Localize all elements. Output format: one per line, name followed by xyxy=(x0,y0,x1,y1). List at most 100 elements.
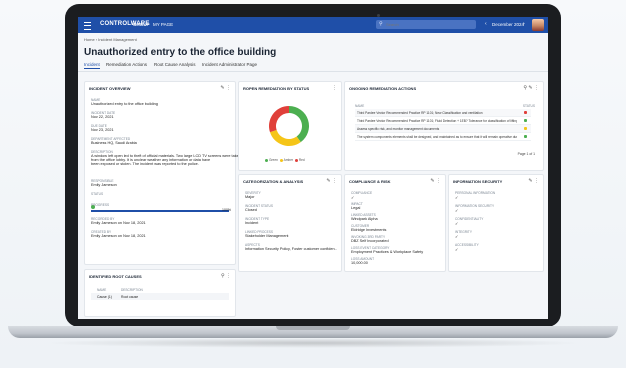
more-icon[interactable]: ⋮ xyxy=(436,178,441,184)
hamburger-menu-icon[interactable] xyxy=(84,22,91,30)
responsible-value: Emily Jameson xyxy=(91,183,117,187)
more-icon[interactable]: ⋮ xyxy=(332,85,337,91)
cell: Root cause xyxy=(121,295,139,299)
status-indicator xyxy=(524,111,527,114)
remediation-status-card: ROPEN REMEDIATION BY STATUS ⋮ Green Ambe… xyxy=(238,81,342,171)
breadcrumb[interactable]: Home › Incident Management xyxy=(84,37,137,42)
field-value: Nov 23, 2021 xyxy=(91,128,114,132)
more-icon[interactable]: ⋮ xyxy=(534,178,539,184)
legend-label: Amber xyxy=(283,158,294,162)
date-prev-button[interactable]: ‹ xyxy=(485,21,487,27)
edit-icon[interactable]: ✎ xyxy=(326,178,330,184)
date-next-button[interactable]: › xyxy=(523,21,525,27)
created-by-value: Emily Jameson on Nov 18, 2021 xyxy=(91,234,146,238)
page-title: Unauthorized entry to the office buildin… xyxy=(84,47,277,58)
tab-remediation-actions[interactable]: Remediation Actions xyxy=(106,62,147,67)
legend-swatch-red xyxy=(294,158,298,162)
card-title: ROPEN REMEDIATION BY STATUS xyxy=(243,86,310,91)
table-row[interactable]: Assess specific risk, and monitor manage… xyxy=(355,125,531,133)
card-tools: ✎ ⋮ xyxy=(430,178,441,184)
action-name: Third Pardee Vector Recommended Practice… xyxy=(357,119,517,123)
checkmark-icon: ✓ xyxy=(455,248,459,252)
more-icon[interactable]: ⋮ xyxy=(534,85,539,91)
field-label: CONFIDENTIALITY xyxy=(455,217,484,221)
field-value: Information Security Policy, Foster cust… xyxy=(245,247,337,251)
description-line: been exposed or stolen. The incident was… xyxy=(91,162,199,166)
field-label: STATUS xyxy=(91,192,104,196)
more-icon[interactable]: ⋮ xyxy=(226,273,231,279)
user-avatar[interactable] xyxy=(532,19,544,31)
tab-incident-administrator[interactable]: Incident Administrator Page xyxy=(202,62,257,67)
table-row[interactable]: Third Pardee Vector Recommended Practice… xyxy=(355,109,531,117)
field-value: Legal xyxy=(351,206,361,210)
card-tools: ✎ ⋮ xyxy=(326,178,337,184)
legend-label: Green xyxy=(269,158,278,162)
field-value: DBZ Self Incorporated xyxy=(351,239,389,243)
edit-icon[interactable]: ✎ xyxy=(528,85,532,91)
compliance-card: COMPLIANCE & RISK ✎ ⋮ COMPLIANCE ✓ IMPACT… xyxy=(344,174,446,272)
legend-swatch-amber xyxy=(279,158,283,162)
field-value: Nov 22, 2021 xyxy=(91,115,114,119)
legend-swatch-green xyxy=(265,158,268,162)
donut-slice-green[interactable] xyxy=(289,106,309,143)
pager[interactable]: Page 1 of 1 xyxy=(518,152,535,156)
donut-slice-red[interactable] xyxy=(269,106,289,133)
card-title: CATEGORIZATION & ANALYSIS xyxy=(243,179,304,184)
more-icon[interactable]: ⋮ xyxy=(332,178,337,184)
more-icon[interactable]: ⋮ xyxy=(226,85,231,91)
table-row[interactable]: Third Pardee Vector Recommended Practice… xyxy=(355,117,531,125)
field-label: PERSONAL INFORMATION xyxy=(455,191,496,195)
tab-incident[interactable]: Incident xyxy=(84,62,100,69)
field-value: Major xyxy=(245,195,255,199)
categorization-card: CATEGORIZATION & ANALYSIS ✎ ⋮ SEVERITY Ma… xyxy=(238,174,342,272)
tab-divider xyxy=(78,71,548,72)
nav-group[interactable]: GROUP xyxy=(133,22,150,27)
field-value: Windpark Alpha xyxy=(351,217,378,221)
checkmark-icon: ✓ xyxy=(455,209,459,213)
tab-root-cause-analysis[interactable]: Root Cause Analysis xyxy=(154,62,196,67)
checkmark-icon: ✓ xyxy=(455,222,459,226)
field-value: Stakeholder Management xyxy=(245,234,289,238)
card-title: COMPLIANCE & RISK xyxy=(349,179,391,184)
search-input[interactable] xyxy=(386,21,471,27)
field-value: Closed xyxy=(245,208,257,212)
root-causes-card: IDENTIFIED ROOT CAUSES ⚲ ⋮ NAME DESCRIPT… xyxy=(84,269,236,317)
action-name: The system components elements shall be … xyxy=(357,135,517,139)
field-label: PROGRESS xyxy=(91,203,110,207)
search-box[interactable]: ⚲ xyxy=(376,20,476,29)
checkmark-icon: ✓ xyxy=(455,235,459,239)
information-security-card: INFORMATION SECURITY ✎ ⋮ PERSONAL INFORM… xyxy=(448,174,544,272)
table-row[interactable]: Cause (1) Root cause xyxy=(91,293,229,300)
top-bar: CONTROLWARE GROUP MY PAGE ⚲ ‹ December 2… xyxy=(78,17,548,33)
search-icon: ⚲ xyxy=(379,21,383,27)
column-header: NAME xyxy=(355,104,365,108)
search-icon[interactable]: ⚲ xyxy=(523,85,527,91)
laptop-notch xyxy=(276,326,350,330)
nav-my-page[interactable]: MY PAGE xyxy=(153,22,173,27)
progress-fill xyxy=(91,210,229,212)
action-name: Third Pardee Vector Recommended Practice… xyxy=(357,111,483,115)
progress-bar xyxy=(91,210,229,212)
checkmark-icon: ✓ xyxy=(351,196,355,200)
card-tools: ✎ ⋮ xyxy=(528,178,539,184)
edit-icon[interactable]: ✎ xyxy=(430,178,434,184)
ongoing-actions-card: ONGOING REMEDIATION ACTIONS ⚲ ✎ ⋮ NAME S… xyxy=(344,81,544,171)
progress-text: 100% xyxy=(222,208,231,212)
status-indicator xyxy=(524,135,527,138)
card-tools: ✎ ⋮ xyxy=(220,85,231,91)
search-icon[interactable]: ⚲ xyxy=(221,273,225,279)
status-indicator xyxy=(524,119,527,122)
card-title: IDENTIFIED ROOT CAUSES xyxy=(89,274,142,279)
app-screen: CONTROLWARE GROUP MY PAGE ⚲ ‹ December 2… xyxy=(78,17,548,319)
field-value: Employment Practices & Workplace Safety xyxy=(351,250,424,254)
donut-slice-amber[interactable] xyxy=(269,130,301,146)
column-header: STATUS xyxy=(522,104,535,108)
edit-icon[interactable]: ✎ xyxy=(220,85,224,91)
edit-icon[interactable]: ✎ xyxy=(528,178,532,184)
table-row[interactable]: The system components elements shall be … xyxy=(355,133,531,141)
field-value: Unauthorized entry to the office buildin… xyxy=(91,102,158,106)
card-title: ONGOING REMEDIATION ACTIONS xyxy=(349,86,417,91)
laptop-shadow xyxy=(40,338,586,348)
card-title: INFORMATION SECURITY xyxy=(453,179,503,184)
field-value: Business HQ, Saudi Arabia xyxy=(91,141,137,145)
